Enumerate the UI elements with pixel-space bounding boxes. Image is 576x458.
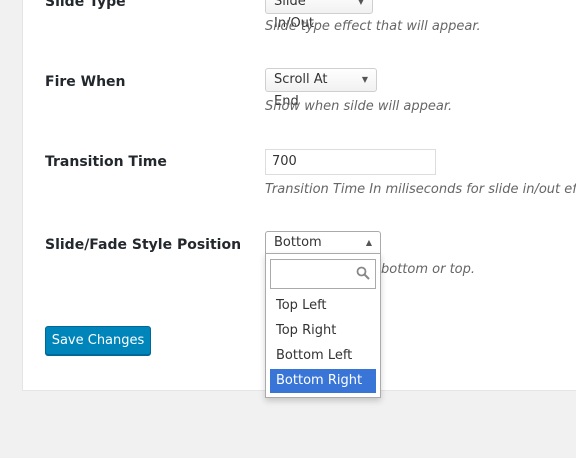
transition-time-label: Transition Time	[45, 154, 167, 170]
slide-type-label: Slide Type	[45, 0, 126, 10]
dropdown-option-top-right[interactable]: Top Right	[270, 319, 376, 343]
dropdown-option-bottom-left[interactable]: Bottom Left	[270, 344, 376, 368]
position-label: Slide/Fade Style Position	[45, 237, 242, 253]
chevron-up-icon: ▲	[365, 238, 372, 247]
search-icon	[356, 266, 370, 280]
transition-time-input[interactable]: 700	[265, 149, 436, 175]
slide-type-select[interactable]: Slide In/Out ▼	[265, 0, 373, 31]
fire-when-description: Show when silde will appear.	[265, 99, 453, 114]
dropdown-option-bottom-right[interactable]: Bottom Right	[270, 369, 376, 393]
fire-when-label: Fire When	[45, 74, 126, 90]
transition-time-description: Transition Time In miliseconds for slide…	[265, 182, 576, 197]
position-dropdown: Top Left Top Right Bottom Left Bottom Ri…	[265, 253, 381, 398]
position-select[interactable]: Bottom Right ▲	[265, 231, 381, 272]
dropdown-option-top-left[interactable]: Top Left	[270, 294, 376, 318]
position-description-fragment: bottom or top.	[381, 262, 476, 277]
save-changes-button[interactable]: Save Changes	[45, 326, 151, 355]
position-search-input[interactable]	[270, 259, 376, 289]
chevron-down-icon: ▼	[357, 0, 364, 6]
chevron-down-icon: ▼	[361, 75, 368, 84]
slide-type-description: Slide type effect that will appear.	[265, 19, 481, 34]
transition-time-value: 700	[272, 154, 297, 169]
fire-when-select[interactable]: Scroll At End ▼	[265, 68, 377, 109]
